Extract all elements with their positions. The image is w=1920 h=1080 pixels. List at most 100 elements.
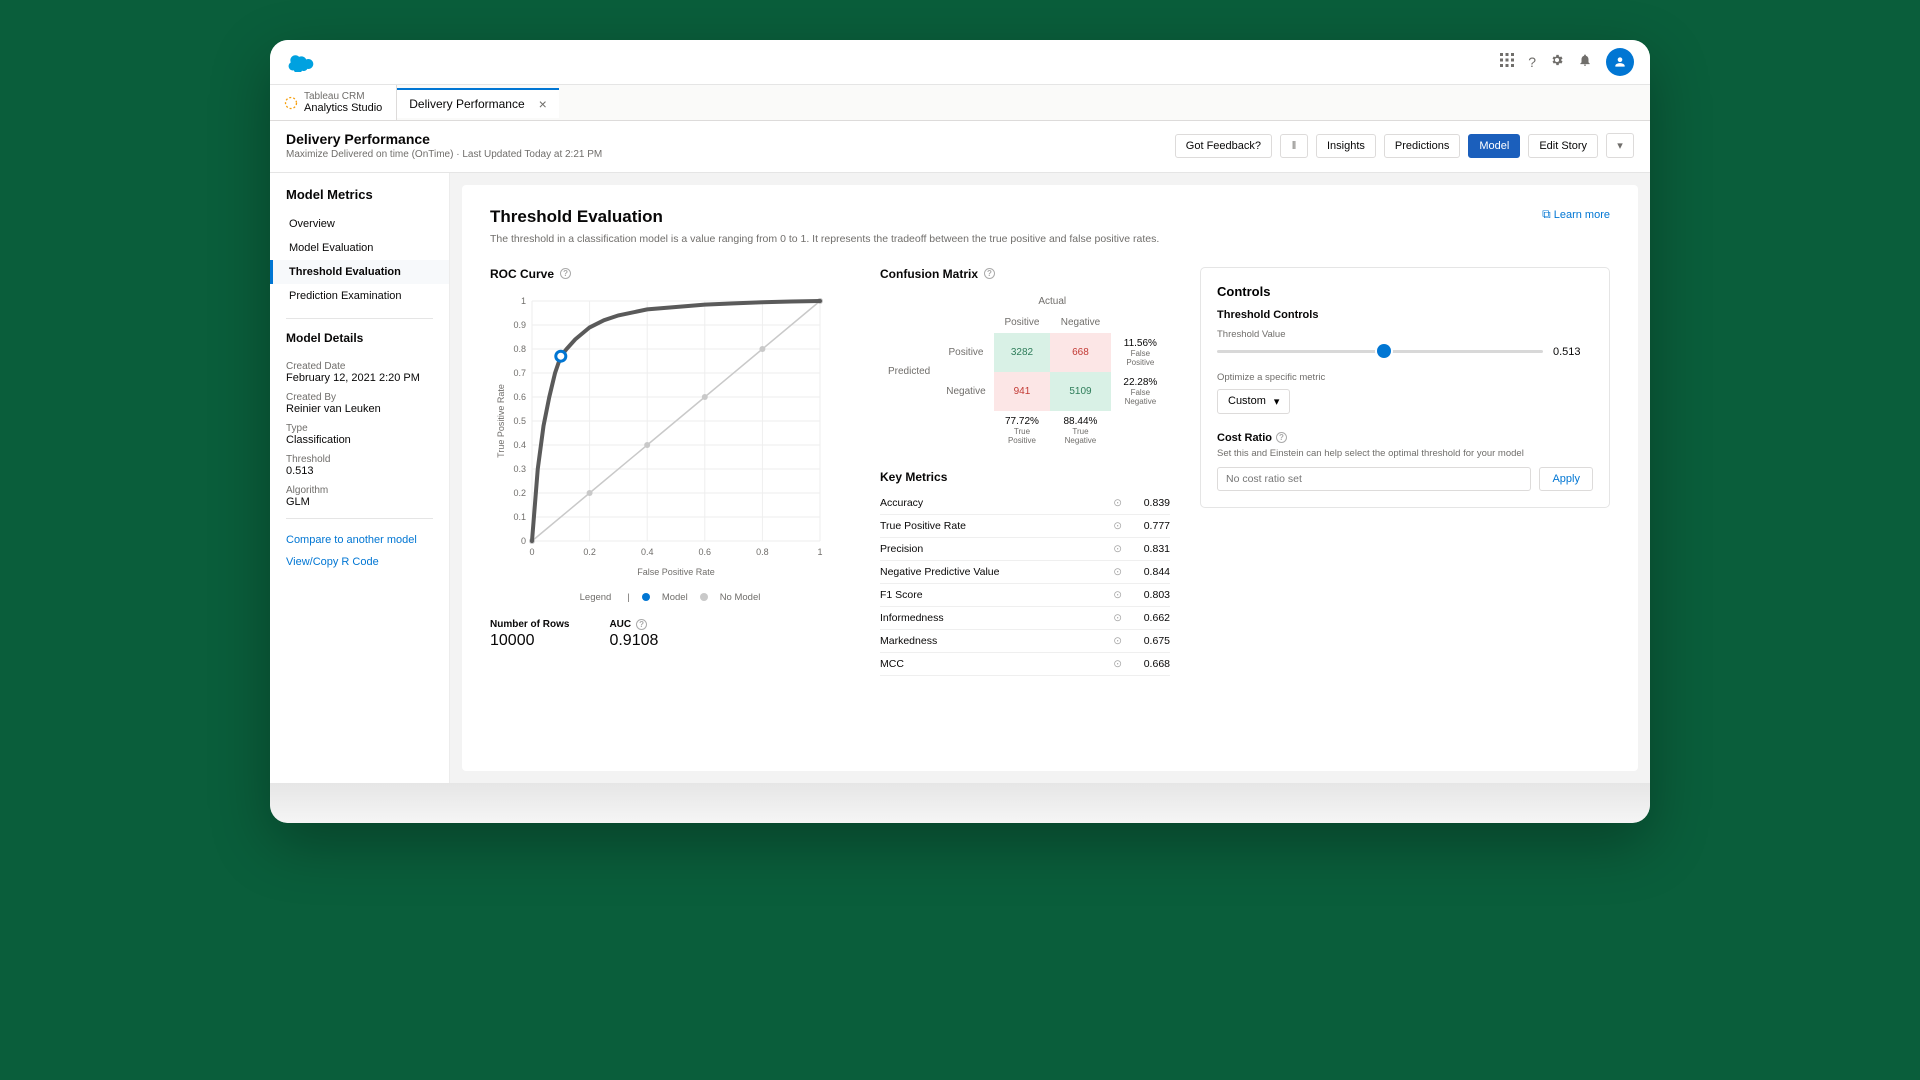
content-title: Threshold Evaluation xyxy=(490,207,663,227)
svg-text:0.8: 0.8 xyxy=(756,547,769,557)
metric-row: Accuracy⊙0.839 xyxy=(880,492,1170,515)
page-title: Delivery Performance xyxy=(286,131,602,147)
cost-ratio-input[interactable] xyxy=(1217,467,1531,491)
chevron-down-icon: ▾ xyxy=(1274,395,1280,408)
info-icon[interactable]: ? xyxy=(636,619,647,630)
threshold-slider[interactable] xyxy=(1217,350,1543,353)
metric-name: True Positive Rate xyxy=(880,514,1098,537)
app-subbrand: Analytics Studio xyxy=(304,102,382,114)
svg-text:0.4: 0.4 xyxy=(513,440,526,450)
metric-name: MCC xyxy=(880,652,1098,675)
svg-text:0.2: 0.2 xyxy=(583,547,596,557)
created-date-label: Created Date xyxy=(286,361,433,372)
sidebar-item-overview[interactable]: Overview xyxy=(270,212,449,236)
help-icon[interactable]: ? xyxy=(1528,54,1536,70)
type-value: Classification xyxy=(286,434,433,446)
metric-value: 0.844 xyxy=(1122,560,1170,583)
insights-button[interactable]: Insights xyxy=(1316,134,1376,158)
apps-icon[interactable] xyxy=(1500,53,1514,72)
tab-delivery-performance[interactable]: Delivery Performance × xyxy=(397,88,559,118)
metric-row: F1 Score⊙0.803 xyxy=(880,583,1170,606)
confusion-matrix: Actual PositiveNegative Predicted Positi… xyxy=(880,291,1170,450)
svg-text:0: 0 xyxy=(521,536,526,546)
svg-text:0.7: 0.7 xyxy=(513,368,526,378)
settings-icon[interactable] xyxy=(1550,53,1564,72)
apply-button[interactable]: Apply xyxy=(1539,467,1593,491)
info-icon[interactable]: ⊙ xyxy=(1098,606,1122,629)
metric-row: True Positive Rate⊙0.777 xyxy=(880,514,1170,537)
roc-chart: 00.10.20.30.40.50.60.70.80.9100.20.40.60… xyxy=(490,291,850,586)
info-icon[interactable]: ⊙ xyxy=(1098,652,1122,675)
view-r-code-link[interactable]: View/Copy R Code xyxy=(270,551,449,573)
svg-text:0.6: 0.6 xyxy=(699,547,712,557)
info-icon[interactable]: ? xyxy=(984,268,995,279)
metric-value: 0.777 xyxy=(1122,514,1170,537)
metric-name: Informedness xyxy=(880,606,1098,629)
sidebar-item-prediction-examination[interactable]: Prediction Examination xyxy=(270,284,449,308)
edit-story-button[interactable]: Edit Story xyxy=(1528,134,1598,158)
svg-text:0.4: 0.4 xyxy=(641,547,654,557)
cost-ratio-title: Cost Ratio ? xyxy=(1217,432,1593,444)
story-menu-button[interactable]: ▾ xyxy=(1606,133,1634,158)
svg-text:0: 0 xyxy=(529,547,534,557)
metric-row: Negative Predictive Value⊙0.844 xyxy=(880,560,1170,583)
metric-value: 0.675 xyxy=(1122,629,1170,652)
algorithm-value: GLM xyxy=(286,496,433,508)
metric-name: Precision xyxy=(880,537,1098,560)
analytics-studio-icon xyxy=(284,96,298,110)
app-tab[interactable]: Tableau CRM Analytics Studio xyxy=(270,85,397,120)
model-button[interactable]: Model xyxy=(1468,134,1520,158)
threshold-value-label: Threshold Value xyxy=(1217,329,1593,340)
close-icon[interactable]: × xyxy=(539,96,547,112)
controls-title: Controls xyxy=(1217,284,1593,299)
metric-row: MCC⊙0.668 xyxy=(880,652,1170,675)
threshold-label: Threshold xyxy=(286,454,433,465)
metric-value: 0.803 xyxy=(1122,583,1170,606)
user-avatar[interactable] xyxy=(1606,48,1634,76)
threshold-controls-label: Threshold Controls xyxy=(1217,309,1593,321)
metric-row: Precision⊙0.831 xyxy=(880,537,1170,560)
notifications-icon[interactable] xyxy=(1578,53,1592,72)
sidebar-item-threshold-evaluation[interactable]: Threshold Evaluation xyxy=(270,260,449,284)
learn-more-link[interactable]: ⧉ Learn more xyxy=(1542,207,1610,222)
sidebar-title: Model Metrics xyxy=(270,187,449,212)
svg-text:0.9: 0.9 xyxy=(513,320,526,330)
threshold-slider-value: 0.513 xyxy=(1553,346,1593,358)
info-icon[interactable]: ⊙ xyxy=(1098,537,1122,560)
app-brand: Tableau CRM xyxy=(304,91,382,102)
metric-name: Accuracy xyxy=(880,492,1098,515)
pause-button[interactable]: ‖ xyxy=(1280,134,1308,158)
info-icon[interactable]: ? xyxy=(560,268,571,279)
type-label: Type xyxy=(286,423,433,434)
predictions-button[interactable]: Predictions xyxy=(1384,134,1460,158)
key-metrics-title: Key Metrics xyxy=(880,470,1170,484)
metric-name: Negative Predictive Value xyxy=(880,560,1098,583)
info-icon[interactable]: ⊙ xyxy=(1098,514,1122,537)
feedback-button[interactable]: Got Feedback? xyxy=(1175,134,1272,158)
svg-text:1: 1 xyxy=(817,547,822,557)
created-date-value: February 12, 2021 2:20 PM xyxy=(286,372,433,384)
metric-name: F1 Score xyxy=(880,583,1098,606)
salesforce-logo-icon xyxy=(286,52,314,72)
info-icon[interactable]: ? xyxy=(1276,432,1287,443)
model-details-title: Model Details xyxy=(270,329,449,353)
optimize-dropdown[interactable]: Custom ▾ xyxy=(1217,389,1290,414)
threshold-value: 0.513 xyxy=(286,465,433,477)
sidebar: Model Metrics OverviewModel EvaluationTh… xyxy=(270,173,450,783)
tab-label: Delivery Performance xyxy=(409,97,524,111)
svg-text:False Positive Rate: False Positive Rate xyxy=(637,567,715,577)
sidebar-item-model-evaluation[interactable]: Model Evaluation xyxy=(270,236,449,260)
info-icon[interactable]: ⊙ xyxy=(1098,560,1122,583)
created-by-value: Reinier van Leuken xyxy=(286,403,433,415)
confusion-title: Confusion Matrix ? xyxy=(880,267,1170,281)
info-icon[interactable]: ⊙ xyxy=(1098,629,1122,652)
compare-model-link[interactable]: Compare to another model xyxy=(270,529,449,551)
info-icon[interactable]: ⊙ xyxy=(1098,583,1122,606)
algorithm-label: Algorithm xyxy=(286,485,433,496)
info-icon[interactable]: ⊙ xyxy=(1098,492,1122,515)
metric-value: 0.839 xyxy=(1122,492,1170,515)
slider-thumb[interactable] xyxy=(1377,344,1391,358)
auc-label: AUC? xyxy=(609,619,658,630)
metric-value: 0.831 xyxy=(1122,537,1170,560)
created-by-label: Created By xyxy=(286,392,433,403)
